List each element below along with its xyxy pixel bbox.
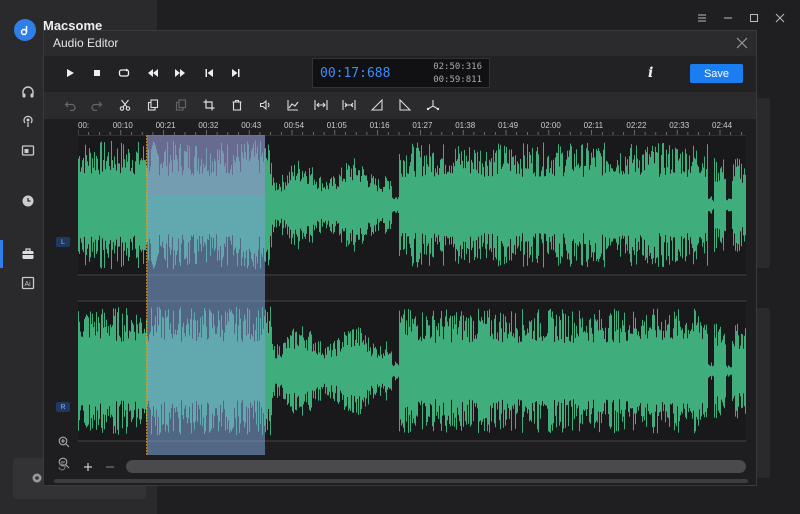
stop-icon[interactable] <box>89 65 105 81</box>
trim-out-icon[interactable] <box>341 97 357 113</box>
toolbox-icon[interactable] <box>20 246 36 262</box>
radio-icon[interactable] <box>20 142 36 158</box>
svg-text:Ai: Ai <box>25 281 32 288</box>
total-time: 02:50:316 <box>433 62 482 72</box>
background-panel <box>756 308 770 478</box>
time-display: 00:17:688 02:50:316 00:59:811 <box>312 58 490 88</box>
loop-icon[interactable] <box>116 65 132 81</box>
remove-icon[interactable] <box>103 460 117 475</box>
selection-highlight <box>146 135 266 195</box>
delete-icon[interactable] <box>229 97 245 113</box>
podcast-icon[interactable] <box>20 113 36 129</box>
trim-in-icon[interactable] <box>313 97 329 113</box>
background-panel <box>756 98 770 268</box>
minimize-icon[interactable] <box>722 12 734 24</box>
right-channel-badge: R <box>56 402 70 412</box>
skip-end-icon[interactable] <box>228 65 244 81</box>
ruler-ticks <box>78 130 742 135</box>
redo-icon[interactable] <box>89 97 105 113</box>
fade-down-icon[interactable] <box>397 97 413 113</box>
zoom-in-icon[interactable] <box>58 435 70 448</box>
dialog-title: Audio Editor <box>53 36 119 50</box>
reset-icon[interactable] <box>55 460 69 475</box>
fade-up-icon[interactable] <box>369 97 385 113</box>
cut-icon[interactable] <box>117 97 133 113</box>
left-channel-badge: L <box>56 237 70 247</box>
transport-bar: 00:17:688 02:50:316 00:59:811 i Save <box>44 56 756 92</box>
fast-forward-icon[interactable] <box>172 65 188 81</box>
audio-editor-dialog: Audio Editor 00:17:688 02:50:316 00:59:8… <box>43 30 757 486</box>
volume-icon[interactable] <box>257 97 273 113</box>
crop-icon[interactable] <box>201 97 217 113</box>
split-icon[interactable] <box>425 97 441 113</box>
waveform-canvas[interactable] <box>78 135 746 455</box>
paste-icon[interactable] <box>173 97 189 113</box>
timeline-scrollbar[interactable] <box>126 460 746 473</box>
fade-in-icon[interactable] <box>285 97 301 113</box>
edit-toolbar <box>44 92 756 119</box>
skip-start-icon[interactable] <box>201 65 217 81</box>
selection-duration: 00:59:811 <box>433 75 482 85</box>
maximize-icon[interactable] <box>748 12 760 24</box>
rewind-icon[interactable] <box>145 65 161 81</box>
app-logo <box>14 19 36 41</box>
close-window-icon[interactable] <box>774 12 786 24</box>
bottom-bar <box>44 457 756 477</box>
ai-icon[interactable]: Ai <box>20 275 36 291</box>
menu-icon[interactable] <box>696 12 708 24</box>
undo-icon[interactable] <box>62 97 78 113</box>
add-icon[interactable] <box>81 460 95 475</box>
sidebar-active-indicator <box>0 240 3 268</box>
headphones-icon[interactable] <box>20 84 36 100</box>
copy-icon[interactable] <box>145 97 161 113</box>
close-icon[interactable] <box>736 36 748 49</box>
waveform-editor[interactable]: 00: 00:10 00:21 00:32 00:43 00:54 01:05 01:16 01… <box>44 119 756 485</box>
current-time: 00:17:688 <box>320 66 391 81</box>
time-ruler: 00: 00:10 00:21 00:32 00:43 00:54 01:05 01:16 01… <box>78 119 746 135</box>
info-icon[interactable]: i <box>648 65 653 81</box>
play-icon[interactable] <box>62 65 78 81</box>
window-controls <box>696 12 786 24</box>
horizontal-scrollbar[interactable] <box>54 479 748 483</box>
history-icon[interactable] <box>20 193 36 209</box>
save-button[interactable]: Save <box>690 64 743 83</box>
